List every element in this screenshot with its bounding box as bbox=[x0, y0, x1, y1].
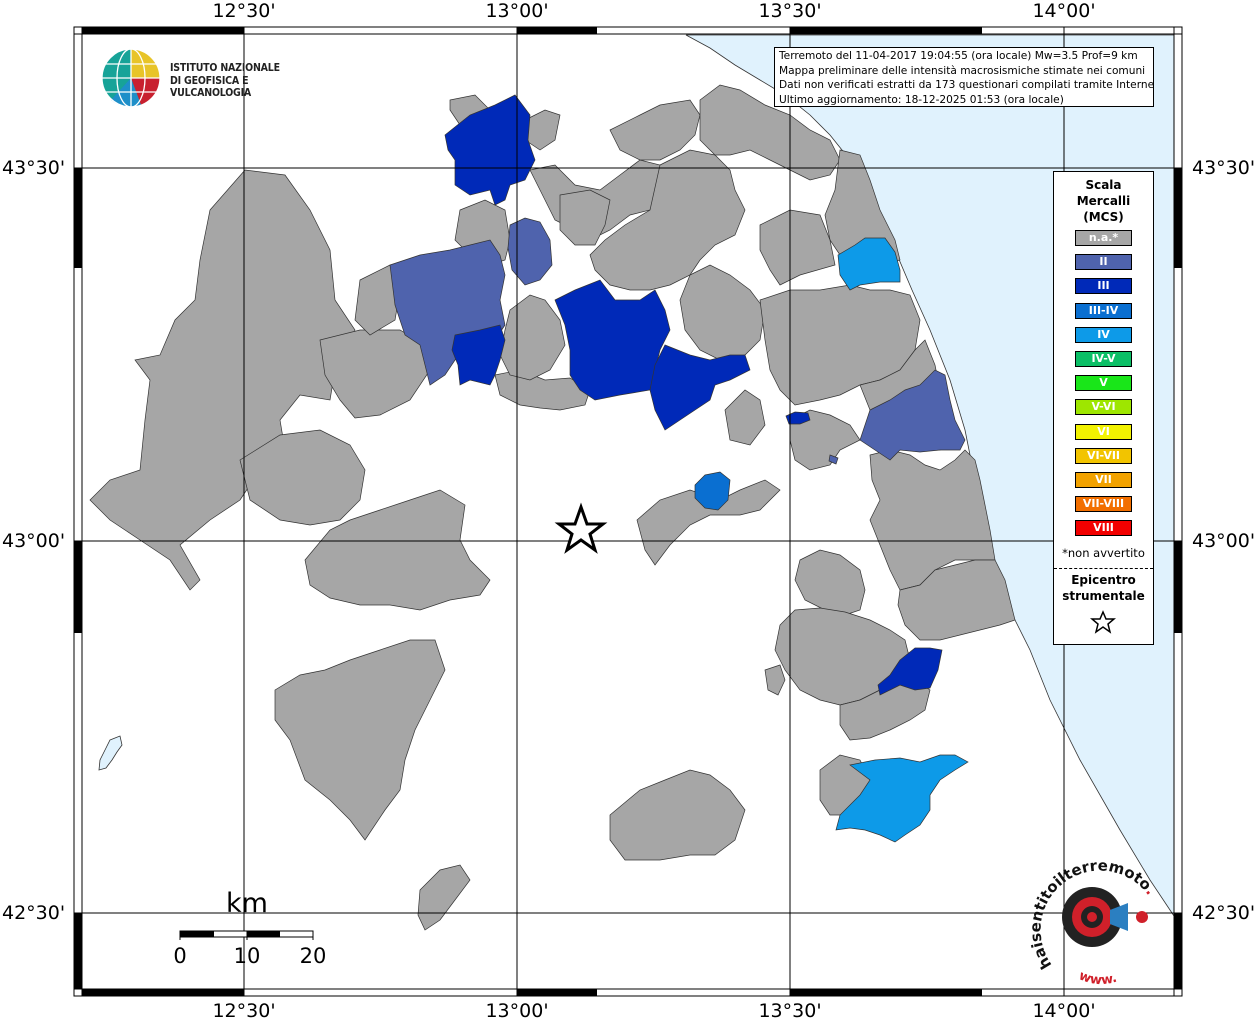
lon-label-bottom-2: 13°00' bbox=[485, 1000, 549, 1022]
legend-title: Scala Mercalli (MCS) bbox=[1054, 177, 1153, 225]
scale-unit-label: km bbox=[226, 888, 268, 919]
svg-text:www.: www. bbox=[1077, 968, 1119, 985]
legend-title-line-2: Mercalli bbox=[1076, 194, 1131, 208]
legend-swatch-iii-iv: III-IV bbox=[1075, 302, 1132, 319]
lon-label-top-3: 13°30' bbox=[758, 0, 822, 22]
legend-title-line-1: Scala bbox=[1085, 178, 1122, 192]
legend-note: *non avvertito bbox=[1062, 546, 1145, 560]
logo-line-1: ISTITUTO NAZIONALE bbox=[170, 62, 280, 74]
scale-label-0: 0 bbox=[173, 944, 187, 968]
legend-swatch-iv-v: IV-V bbox=[1075, 351, 1132, 367]
legend-star-icon bbox=[1090, 610, 1116, 634]
legend-epicenter-line-1: Epicentro bbox=[1071, 573, 1136, 587]
legend-epicenter-line-2: strumentale bbox=[1062, 589, 1145, 603]
lat-label-left-1: 43°30' bbox=[2, 157, 66, 179]
lat-label-right-1: 43°30' bbox=[1192, 157, 1256, 179]
ingv-globe-icon bbox=[101, 48, 161, 108]
legend-swatch-vi: VI bbox=[1075, 423, 1132, 440]
lon-label-top-4: 14°00' bbox=[1032, 0, 1096, 22]
legend-separator bbox=[1054, 568, 1153, 569]
logo-line-2: DI GEOFISICA E VULCANOLOGIA bbox=[170, 74, 252, 100]
legend-title-line-3: (MCS) bbox=[1083, 210, 1124, 224]
legend-swatch-iv: IV bbox=[1075, 326, 1132, 343]
legend-swatch-vii: VII bbox=[1075, 472, 1132, 488]
info-line-4: Ultimo aggiornamento: 18-12-2025 01:53 (… bbox=[779, 93, 1064, 106]
lat-label-left-2: 43°00' bbox=[2, 530, 66, 552]
lon-label-bottom-3: 13°30' bbox=[758, 1000, 822, 1022]
scale-label-20: 20 bbox=[299, 944, 327, 968]
legend-swatch-iii: III bbox=[1075, 278, 1132, 295]
info-line-3: Dati non verificati estratti da 173 ques… bbox=[779, 79, 1154, 91]
legend-swatch-v: V bbox=[1075, 375, 1132, 392]
event-info-box: Terremoto del 11-04-2017 19:04:55 (ora l… bbox=[774, 47, 1154, 107]
ingv-logo: ISTITUTO NAZIONALE DI GEOFISICA E VULCAN… bbox=[101, 48, 311, 110]
legend-swatch-v-vi: V-VI bbox=[1075, 399, 1132, 416]
epicenter-star-icon bbox=[554, 502, 608, 554]
legend-swatch-vi-vii: VI-VII bbox=[1075, 447, 1132, 464]
lon-label-bottom-4: 14°00' bbox=[1032, 1000, 1096, 1022]
legend-swatch-n-a: n.a.* bbox=[1075, 230, 1132, 246]
info-line-1: Terremoto del 11-04-2017 19:04:55 (ora l… bbox=[779, 50, 1138, 62]
lake bbox=[98, 735, 123, 771]
lat-label-left-3: 42°30' bbox=[2, 902, 66, 924]
haisentito-logo: haisentitoilterremoto.it www. bbox=[1030, 855, 1160, 985]
lon-label-top-2: 13°00' bbox=[485, 0, 549, 22]
mcs-legend: Scala Mercalli (MCS) n.a.* II III III-IV IV I… bbox=[1053, 171, 1154, 645]
legend-swatch-viii: VIII bbox=[1075, 520, 1132, 537]
lon-label-bottom-1: 12°30' bbox=[212, 1000, 276, 1022]
scale-bar bbox=[179, 930, 314, 940]
legend-epicenter-label: Epicentro strumentale bbox=[1054, 572, 1153, 604]
lat-label-right-2: 43°00' bbox=[1192, 530, 1256, 552]
lon-label-top-1: 12°30' bbox=[212, 0, 276, 22]
info-line-2: Mappa preliminare delle intensità macros… bbox=[779, 64, 1146, 77]
lat-label-right-3: 42°30' bbox=[1192, 902, 1256, 924]
scale-label-10: 10 bbox=[233, 944, 261, 968]
legend-swatch-ii: II bbox=[1075, 254, 1132, 271]
legend-swatch-vii-viii: VII-VIII bbox=[1075, 496, 1132, 513]
hai-logo-url: www. bbox=[1077, 968, 1119, 985]
